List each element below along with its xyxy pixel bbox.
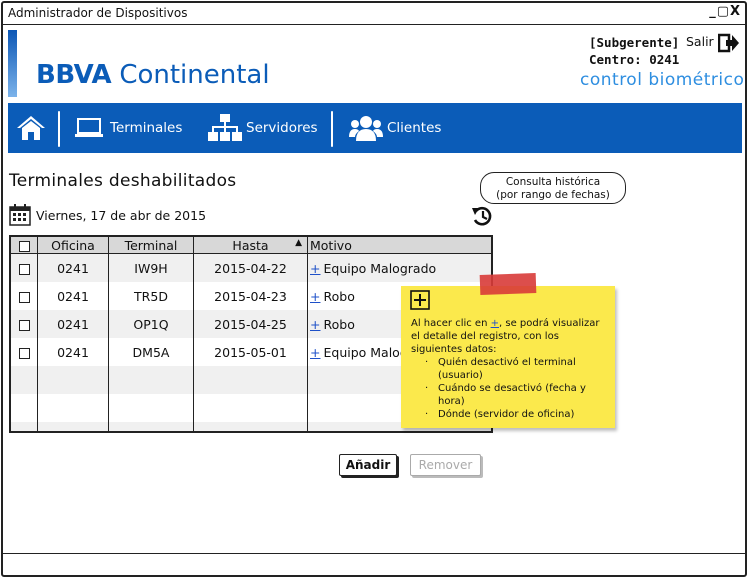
nav-clientes-label: Clientes <box>387 120 442 136</box>
row-select-cell <box>10 338 38 366</box>
cell-motivo-text: Robo <box>323 288 355 304</box>
cell-hasta: 2015-04-23 <box>193 282 308 310</box>
nav-servidores[interactable]: Servidores <box>208 103 318 153</box>
app-name: control biométrico <box>580 70 745 90</box>
history-tooltip-line1: Consulta histórica <box>505 176 601 188</box>
cell-oficina: 0241 <box>37 282 109 310</box>
home-button[interactable] <box>16 103 46 153</box>
col-hasta-label: Hasta <box>232 237 269 253</box>
window-controls[interactable]: _▢X <box>709 4 741 19</box>
calendar-icon <box>9 204 31 230</box>
empty-cell <box>37 366 109 394</box>
empty-cell <box>37 394 109 422</box>
cell-hasta: 2015-05-01 <box>193 338 308 366</box>
row-checkbox[interactable] <box>18 291 30 303</box>
cell-motivo-text: Equipo Malog <box>323 344 408 360</box>
logo-rest: Continental <box>111 60 270 90</box>
cell-motivo-text: Equipo Malogrado <box>323 260 437 276</box>
sort-asc-icon: ▲ <box>295 238 302 248</box>
cell-terminal: OP1Q <box>108 310 194 338</box>
cell-oficina: 0241 <box>37 310 109 338</box>
note-intro: Al hacer clic en +, se podrá visualizar … <box>411 317 609 356</box>
bbva-logo: BBVA Continental <box>36 60 270 90</box>
remove-button[interactable]: Remover <box>410 454 481 476</box>
logo-bold: BBVA <box>36 60 112 90</box>
col-motivo[interactable]: Motivo <box>307 236 492 254</box>
add-button[interactable]: Añadir <box>339 454 397 476</box>
user-role: [Subgerente] <box>589 35 680 50</box>
note-tape <box>479 273 537 295</box>
empty-cell <box>193 394 308 422</box>
user-center: Centro: 0241 <box>589 52 680 67</box>
brand-stripe <box>8 30 17 97</box>
empty-cell <box>108 394 194 422</box>
row-select-cell <box>10 310 38 338</box>
row-select-cell <box>10 253 38 282</box>
row-checkbox[interactable] <box>18 347 30 359</box>
window-title: Administrador de Dispositivos <box>8 6 188 20</box>
table-row: 0241 IW9H 2015-04-22 + Equipo Malogrado <box>10 253 492 282</box>
cell-hasta: 2015-04-22 <box>193 253 308 282</box>
page-title: Terminales deshabilitados <box>9 171 237 191</box>
empty-cell <box>10 366 38 394</box>
row-checkbox[interactable] <box>18 319 30 331</box>
history-tooltip-line2: (por rango de fechas) <box>496 189 610 201</box>
col-terminal[interactable]: Terminal <box>108 236 194 254</box>
cell-hasta: 2015-04-25 <box>193 310 308 338</box>
cell-terminal: DM5A <box>108 338 194 366</box>
expand-detail-link[interactable]: + <box>310 289 320 304</box>
logout-icon[interactable] <box>717 33 740 57</box>
sticky-note: Al hacer clic en +, se podrá visualizar … <box>401 286 615 428</box>
note-list: Quién desactivó el terminal (usuario) Cu… <box>411 356 609 421</box>
main-nav: Terminales Servidores Clientes <box>8 103 742 153</box>
empty-cell <box>108 422 194 432</box>
empty-cell <box>10 422 38 432</box>
empty-cell <box>193 422 308 432</box>
row-select-cell <box>10 282 38 310</box>
cell-motivo: + Equipo Malogrado <box>307 253 492 282</box>
cell-motivo-text: Robo <box>323 316 355 332</box>
logout-link[interactable]: Salir <box>686 34 714 49</box>
note-intro-pre: Al hacer clic en <box>411 318 491 329</box>
col-oficina[interactable]: Oficina <box>37 236 109 254</box>
row-checkbox[interactable] <box>18 263 30 275</box>
status-bar <box>3 553 745 575</box>
empty-cell <box>10 394 38 422</box>
select-all-checkbox[interactable] <box>18 240 30 252</box>
empty-cell <box>37 422 109 432</box>
cell-terminal: TR5D <box>108 282 194 310</box>
empty-cell <box>193 366 308 394</box>
cell-oficina: 0241 <box>37 253 109 282</box>
users-icon <box>349 116 383 141</box>
plus-box-icon <box>410 290 430 314</box>
note-intro-plus: + <box>490 318 499 329</box>
note-item: Cuándo se desactivó (fecha y hora) <box>425 382 609 408</box>
history-icon[interactable] <box>471 205 493 231</box>
expand-detail-link[interactable]: + <box>310 317 320 332</box>
note-item: Dónde (servidor de oficina) <box>425 408 609 421</box>
cell-oficina: 0241 <box>37 338 109 366</box>
user-info: [Subgerente] Centro: 0241 <box>589 34 679 68</box>
title-bar: Administrador de Dispositivos _▢X <box>3 3 745 25</box>
nav-divider <box>331 111 333 147</box>
expand-detail-link[interactable]: + <box>310 261 320 276</box>
empty-cell <box>108 366 194 394</box>
col-hasta[interactable]: Hasta ▲ <box>193 236 308 254</box>
nav-servidores-label: Servidores <box>246 120 318 136</box>
sitemap-icon <box>208 114 242 141</box>
cell-terminal: IW9H <box>108 253 194 282</box>
laptop-icon <box>75 118 103 137</box>
history-tooltip: Consulta histórica (por rango de fechas) <box>480 172 626 204</box>
nav-clientes[interactable]: Clientes <box>349 103 441 153</box>
home-icon <box>17 116 45 140</box>
nav-divider <box>58 111 60 147</box>
nav-terminales[interactable]: Terminales <box>74 103 182 153</box>
select-all-header[interactable] <box>10 236 38 254</box>
expand-detail-link[interactable]: + <box>310 345 320 360</box>
current-date: Viernes, 17 de abr de 2015 <box>36 208 207 223</box>
nav-terminales-label: Terminales <box>110 120 183 136</box>
table-header-row: Oficina Terminal Hasta ▲ Motivo <box>10 236 492 254</box>
note-item: Quién desactivó el terminal (usuario) <box>425 356 609 382</box>
